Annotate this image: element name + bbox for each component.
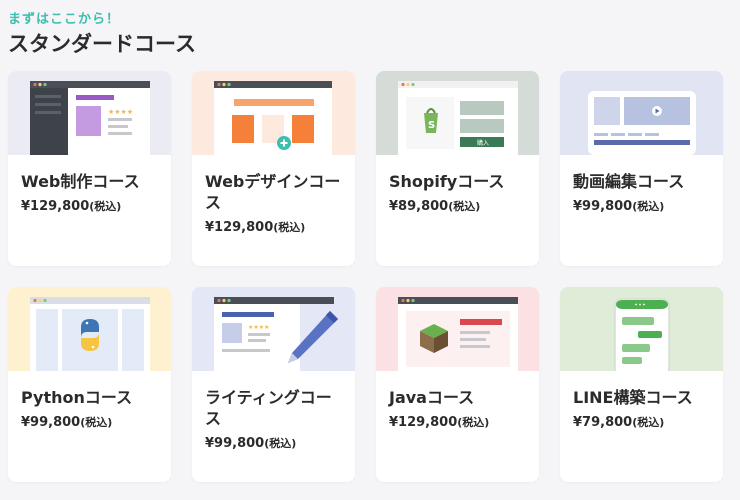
course-price: ¥99,800(税込) (205, 436, 297, 451)
course-name: LINE構築コース (573, 388, 693, 407)
svg-text:★★★★: ★★★★ (248, 324, 270, 331)
shopify-illustration-icon: S 購入 (376, 71, 539, 155)
course-name: Shopifyコース (389, 172, 505, 191)
course-price: ¥99,800(税込) (21, 415, 113, 430)
writing-illustration-icon: ★★★★ (192, 287, 355, 371)
course-thumbnail: ★★★★ (8, 71, 171, 155)
course-card-writing[interactable]: ★★★★ ライティングコース ¥99,800(税込) (192, 287, 355, 482)
course-grid: ★★★★ Web制作コース ¥129,800(税込) Webデザインコース ¥1… (8, 71, 723, 482)
course-card-shopify[interactable]: S 購入 Shopifyコース ¥89,800(税込) (376, 71, 539, 266)
course-thumbnail (192, 71, 355, 155)
section-title: スタンダードコース (8, 32, 196, 56)
course-name: ライティングコース (205, 388, 332, 428)
course-name: Pythonコース (21, 388, 133, 407)
course-price: ¥89,800(税込) (389, 199, 481, 214)
web-production-illustration-icon: ★★★★ (8, 71, 171, 155)
course-thumbnail (560, 71, 723, 155)
course-card-web-production[interactable]: ★★★★ Web制作コース ¥129,800(税込) (8, 71, 171, 266)
course-thumbnail: S 購入 (376, 71, 539, 155)
svg-text:S: S (428, 120, 435, 131)
course-name: Web制作コース (21, 172, 140, 191)
video-editing-illustration-icon (560, 71, 723, 155)
course-thumbnail (560, 287, 723, 371)
buy-label: 購入 (477, 139, 489, 147)
course-name: 動画編集コース (573, 172, 685, 191)
eyebrow-text: まずはここから！ (8, 12, 121, 27)
course-card-python[interactable]: Pythonコース ¥99,800(税込) (8, 287, 171, 482)
python-illustration-icon (8, 287, 171, 371)
course-price: ¥99,800(税込) (573, 199, 665, 214)
course-card-video-editing[interactable]: 動画編集コース ¥99,800(税込) (560, 71, 723, 266)
course-price: ¥129,800(税込) (205, 220, 306, 235)
course-name: Javaコース (389, 388, 475, 407)
course-price: ¥129,800(税込) (21, 199, 122, 214)
course-thumbnail (376, 287, 539, 371)
course-card-line[interactable]: LINE構築コース ¥79,800(税込) (560, 287, 723, 482)
course-name: Webデザインコース (205, 172, 341, 212)
course-thumbnail (8, 287, 171, 371)
course-price: ¥129,800(税込) (389, 415, 490, 430)
line-illustration-icon (560, 287, 723, 371)
course-card-java[interactable]: Javaコース ¥129,800(税込) (376, 287, 539, 482)
java-illustration-icon (376, 287, 539, 371)
course-thumbnail: ★★★★ (192, 287, 355, 371)
svg-text:★★★★: ★★★★ (108, 108, 133, 116)
course-card-web-design[interactable]: Webデザインコース ¥129,800(税込) (192, 71, 355, 266)
web-design-illustration-icon (192, 71, 355, 155)
course-price: ¥79,800(税込) (573, 415, 665, 430)
